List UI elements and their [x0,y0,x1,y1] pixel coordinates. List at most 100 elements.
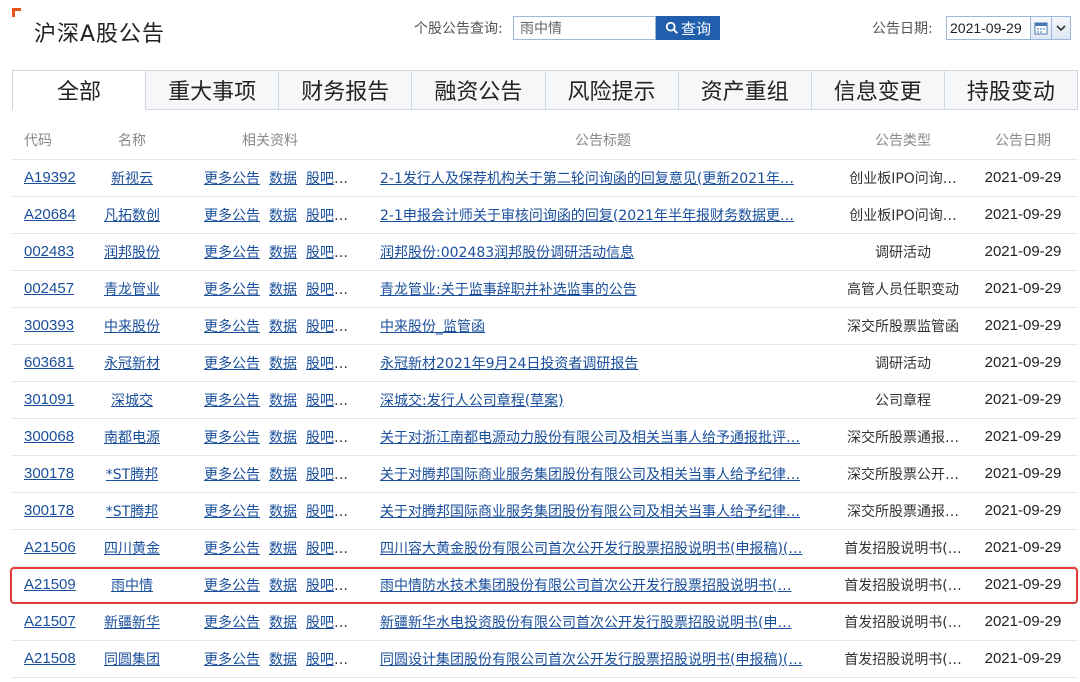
row-link[interactable]: 更多公告 [204,615,260,631]
tab-0[interactable]: 全部 [12,70,147,110]
announcement-title-link[interactable]: 关于对腾邦国际商业服务集团股份有限公司及相关当事人给予纪律… [380,467,800,483]
tab-3[interactable]: 融资公告 [412,70,546,110]
row-link[interactable]: 数据 [269,319,297,335]
tab-2[interactable]: 财务报告 [279,70,413,110]
name-cell: 凡拓数创 [84,196,180,234]
announcement-title-link[interactable]: 永冠新材2021年9月24日投资者调研报告 [380,356,638,372]
row-link[interactable]: 股吧 [306,393,334,409]
row-link[interactable]: 股吧 [306,282,334,298]
stock-name-link[interactable]: 润邦股份 [104,245,160,261]
stock-code-link[interactable]: 300178 [24,465,74,482]
tab-1[interactable]: 重大事项 [146,70,280,110]
stock-name-link[interactable]: 四川黄金 [104,541,160,557]
row-link[interactable]: 数据 [269,245,297,261]
announcement-title-link[interactable]: 新疆新华水电投资股份有限公司首次公开发行股票招股说明书(申… [380,615,791,631]
announcement-title-link[interactable]: 2-1申报会计师关于审核问询函的回复(2021年半年报财务数据更… [380,208,794,224]
row-link[interactable]: 数据 [269,504,297,520]
stock-name-link[interactable]: 凡拓数创 [104,208,160,224]
row-link[interactable]: 数据 [269,171,297,187]
stock-name-link[interactable]: *ST腾邦 [106,504,158,520]
stock-code-link[interactable]: A21509 [24,576,76,593]
tab-6[interactable]: 信息变更 [811,70,945,110]
announcement-title-link[interactable]: 2-1发行人及保荐机构关于第二轮问询函的回复意见(更新2021年… [380,171,794,187]
row-link[interactable]: 股吧 [306,208,334,224]
stock-name-link[interactable]: 雨中情 [111,578,153,594]
row-link[interactable]: 更多公告 [204,430,260,446]
announcement-title-link[interactable]: 中来股份_监管函 [380,319,485,335]
row-link[interactable]: 更多公告 [204,171,260,187]
stock-code-link[interactable]: A21508 [24,650,76,667]
row-link[interactable]: 更多公告 [204,208,260,224]
stock-code-link[interactable]: A21506 [24,539,76,556]
date-input[interactable] [946,16,1030,40]
row-link[interactable]: 股吧 [306,467,334,483]
stock-name-link[interactable]: 新疆新华 [104,615,160,631]
row-link[interactable]: 更多公告 [204,319,260,335]
row-link[interactable]: 股吧 [306,430,334,446]
stock-code-link[interactable]: 300393 [24,317,74,334]
stock-code-link[interactable]: 301091 [24,391,74,408]
row-link[interactable]: 数据 [269,430,297,446]
stock-code-link[interactable]: A20684 [24,206,76,223]
row-link[interactable]: 更多公告 [204,652,260,668]
stock-name-link[interactable]: 新视云 [111,171,153,187]
row-link[interactable]: 股吧 [306,615,334,631]
row-link[interactable]: 更多公告 [204,541,260,557]
tab-5[interactable]: 资产重组 [678,70,812,110]
row-link[interactable]: 数据 [269,282,297,298]
row-link[interactable]: 股吧 [306,356,334,372]
stock-name-link[interactable]: 中来股份 [104,319,160,335]
stock-name-link[interactable]: 南都电源 [104,430,160,446]
announcement-title-link[interactable]: 同圆设计集团股份有限公司首次公开发行股票招股说明书(申报稿)(… [380,652,802,668]
links-cell: 更多公告数据股吧研报 [180,270,368,308]
stock-code-link[interactable]: A21507 [24,613,76,630]
announcement-title-link[interactable]: 关于对腾邦国际商业服务集团股份有限公司及相关当事人给予纪律… [380,504,800,520]
row-link[interactable]: 数据 [269,356,297,372]
announcement-title-link[interactable]: 关于对浙江南都电源动力股份有限公司及相关当事人给予通报批评… [380,430,800,446]
stock-name-link[interactable]: *ST腾邦 [106,467,158,483]
row-link[interactable]: 更多公告 [204,356,260,372]
stock-code-link[interactable]: 603681 [24,354,74,371]
stock-code-link[interactable]: 300178 [24,502,74,519]
calendar-icon[interactable] [1030,16,1052,40]
row-link[interactable]: 数据 [269,578,297,594]
row-link[interactable]: 更多公告 [204,393,260,409]
row-link[interactable]: 更多公告 [204,504,260,520]
row-link[interactable]: 数据 [269,208,297,224]
row-link[interactable]: 股吧 [306,578,334,594]
row-link[interactable]: 更多公告 [204,245,260,261]
row-link[interactable]: 数据 [269,393,297,409]
announcement-title-link[interactable]: 深城交:发行人公司章程(草案) [380,393,564,409]
announcement-title-link[interactable]: 雨中情防水技术集团股份有限公司首次公开发行股票招股说明书(… [380,578,791,594]
search-button[interactable]: 查询 [656,16,720,40]
stock-name-link[interactable]: 青龙管业 [104,282,160,298]
row-link[interactable]: 更多公告 [204,282,260,298]
stock-code-link[interactable]: A19392 [24,169,76,186]
row-link[interactable]: 股吧 [306,245,334,261]
announcement-title-link[interactable]: 青龙管业:关于监事辞职并补选监事的公告 [380,282,637,298]
stock-name-link[interactable]: 同圆集团 [104,652,160,668]
row-link[interactable]: 股吧 [306,652,334,668]
stock-name-link[interactable]: 永冠新材 [104,356,160,372]
row-link[interactable]: 数据 [269,615,297,631]
row-link[interactable]: 数据 [269,541,297,557]
search-input[interactable] [513,16,656,40]
announcement-title-link[interactable]: 润邦股份:002483润邦股份调研活动信息 [380,245,634,261]
stock-code-link[interactable]: 002457 [24,280,74,297]
chevron-down-icon[interactable] [1051,16,1071,40]
row-link[interactable]: 数据 [269,652,297,668]
tab-4[interactable]: 风险提示 [545,70,679,110]
links-cell: 更多公告数据股吧研报 [180,455,368,493]
row-link[interactable]: 股吧 [306,504,334,520]
row-link[interactable]: 股吧 [306,319,334,335]
row-link[interactable]: 数据 [269,467,297,483]
stock-code-link[interactable]: 002483 [24,243,74,260]
tab-7[interactable]: 持股变动 [944,70,1078,110]
row-link[interactable]: 更多公告 [204,467,260,483]
stock-code-link[interactable]: 300068 [24,428,74,445]
stock-name-link[interactable]: 深城交 [111,393,153,409]
announcement-title-link[interactable]: 四川容大黄金股份有限公司首次公开发行股票招股说明书(申报稿)(… [380,541,802,557]
row-link[interactable]: 股吧 [306,171,334,187]
row-link[interactable]: 股吧 [306,541,334,557]
row-link[interactable]: 更多公告 [204,578,260,594]
